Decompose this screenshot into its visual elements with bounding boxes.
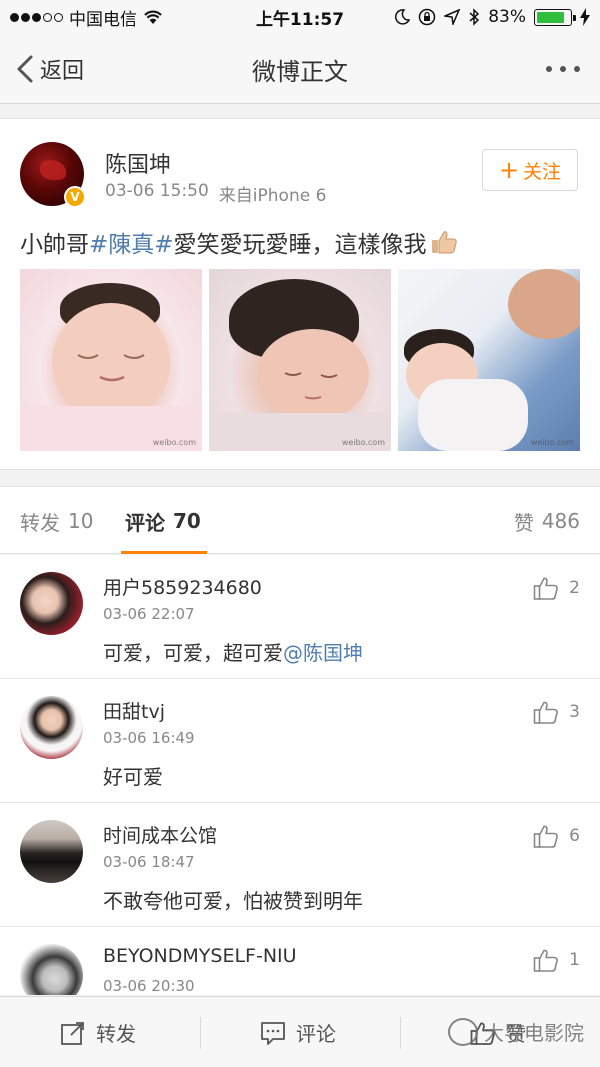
repost-button[interactable]: 转发 (60, 997, 136, 1067)
battery-icon (534, 8, 576, 26)
tab-repost-count: 10 (68, 509, 94, 533)
charging-icon (580, 8, 590, 26)
commenter-avatar[interactable] (20, 820, 83, 883)
repost-label: 转发 (96, 1022, 136, 1046)
commenter-avatar[interactable] (20, 696, 83, 759)
follow-button[interactable]: + 关注 (482, 149, 578, 191)
status-bar-right: 83% (394, 0, 590, 34)
author-name[interactable]: 陈国坤 (105, 147, 171, 179)
comment-text: 不敢夸他可爱，怕被赞到明年 (103, 885, 363, 914)
hashtag-link[interactable]: #陳真# (89, 225, 174, 259)
comment-body: 不敢夸他可爱，怕被赞到明年 (103, 889, 363, 913)
thumbs-up-icon (533, 949, 559, 972)
comment-text: 可爱，可爱，超可爱@陈国坤 (103, 637, 363, 666)
commenter-name[interactable]: BEYONDMYSELF-NIU (103, 945, 297, 967)
thumbs-up-icon (533, 701, 559, 724)
tab-like-count: 486 (541, 509, 580, 533)
watermark-text: 大导电影院 (484, 1021, 584, 1045)
tab-comment-label: 评论 (125, 510, 165, 535)
comment-like-button[interactable]: 2 (533, 575, 580, 601)
divider (400, 1017, 401, 1049)
comment-item: 田甜tvj 03-06 16:49 好可爱 3 (0, 679, 600, 803)
post-source: 来自iPhone 6 (218, 186, 327, 206)
verified-v-icon: V (64, 186, 86, 208)
post-text: 小帥哥 #陳真# 愛笑愛玩愛睡，這樣像我 (20, 225, 458, 259)
comment-body: 好可爱 (103, 765, 163, 789)
post-tabs: 转发 10 评论 70 赞 486 (0, 486, 600, 554)
baby-photo-3[interactable]: weibo.com (398, 269, 580, 451)
comment-time: 03-06 16:49 (103, 729, 195, 747)
tab-comment-count: 70 (173, 509, 201, 533)
comment-list: 用户5859234680 03-06 22:07 可爱，可爱，超可爱@陈国坤 2… (0, 555, 600, 995)
commenter-name[interactable]: 时间成本公馆 (103, 821, 217, 848)
tab-like[interactable]: 赞 486 (514, 487, 580, 555)
active-tab-indicator (121, 551, 207, 554)
comment-like-count: 1 (569, 950, 580, 970)
thumbs-up-icon (533, 577, 559, 600)
comment-time: 03-06 20:30 (103, 977, 195, 995)
comment-item: 用户5859234680 03-06 22:07 可爱，可爱，超可爱@陈国坤 2 (0, 555, 600, 679)
comment-item: BEYONDMYSELF-NIU 03-06 20:30 1 (0, 927, 600, 995)
page-title: 微博正文 (252, 57, 348, 86)
battery-percent: 83% (488, 7, 526, 27)
commenter-avatar[interactable] (20, 944, 83, 995)
comment-body: 可爱，可爱，超可爱 (103, 641, 283, 665)
tab-repost[interactable]: 转发 10 (20, 487, 93, 555)
wechat-logo-icon (448, 1017, 478, 1046)
navigation-bar: 返回 微博正文 (0, 34, 600, 104)
plus-icon: + (498, 156, 520, 184)
bluetooth-icon (469, 8, 480, 26)
tab-repost-label: 转发 (20, 510, 60, 535)
moon-icon (395, 9, 411, 25)
repost-icon (61, 1021, 84, 1045)
comment-like-count: 2 (569, 578, 580, 598)
follow-label: 关注 (523, 160, 562, 183)
location-arrow-icon (444, 9, 461, 25)
commenter-avatar[interactable] (20, 572, 83, 635)
comment-time: 03-06 22:07 (103, 605, 195, 623)
comment-like-button[interactable]: 1 (533, 947, 580, 973)
baby-photo-2[interactable]: weibo.com (209, 269, 391, 451)
thumbs-up-icon (533, 825, 559, 848)
thumbs-up-emoji-icon (431, 231, 457, 254)
comment-like-button[interactable]: 3 (533, 699, 580, 725)
comment-like-count: 3 (569, 702, 580, 722)
weibo-post: V 陈国坤 03-06 15:50 来自iPhone 6 + 关注 小帥哥 #陳… (0, 118, 600, 470)
tab-like-label: 赞 (513, 510, 534, 535)
bottom-action-bar: 转发 评论 赞 大导电影院 (0, 996, 600, 1067)
more-icon[interactable] (546, 34, 580, 104)
post-meta: 03-06 15:50 来自iPhone 6 (105, 181, 326, 206)
comment-like-count: 6 (569, 826, 580, 846)
tab-comment[interactable]: 评论 70 (125, 487, 201, 555)
channel-watermark: 大导电影院 (448, 1017, 584, 1046)
divider (200, 1017, 201, 1049)
comment-label: 评论 (296, 1022, 336, 1046)
comment-time: 03-06 18:47 (103, 853, 195, 871)
commenter-name[interactable]: 田甜tvj (103, 697, 165, 724)
comment-icon (261, 1021, 285, 1045)
post-text-before: 小帥哥 (20, 232, 89, 258)
commenter-name[interactable]: 用户5859234680 (103, 573, 262, 600)
comment-text: 好可爱 (103, 761, 163, 790)
comment-like-button[interactable]: 6 (533, 823, 580, 849)
mention-link[interactable]: @陈国坤 (283, 641, 363, 665)
post-text-after: 愛笑愛玩愛睡，這樣像我 (173, 232, 427, 258)
lock-rotation-icon (418, 8, 436, 26)
post-date: 03-06 15:50 (105, 181, 209, 201)
status-bar: 中国电信 上午11:57 83% (0, 0, 600, 34)
comment-item: 时间成本公馆 03-06 18:47 不敢夸他可爱，怕被赞到明年 6 (0, 803, 600, 927)
baby-photo-1[interactable]: weibo.com (20, 269, 202, 451)
comment-button[interactable]: 评论 (260, 997, 336, 1067)
